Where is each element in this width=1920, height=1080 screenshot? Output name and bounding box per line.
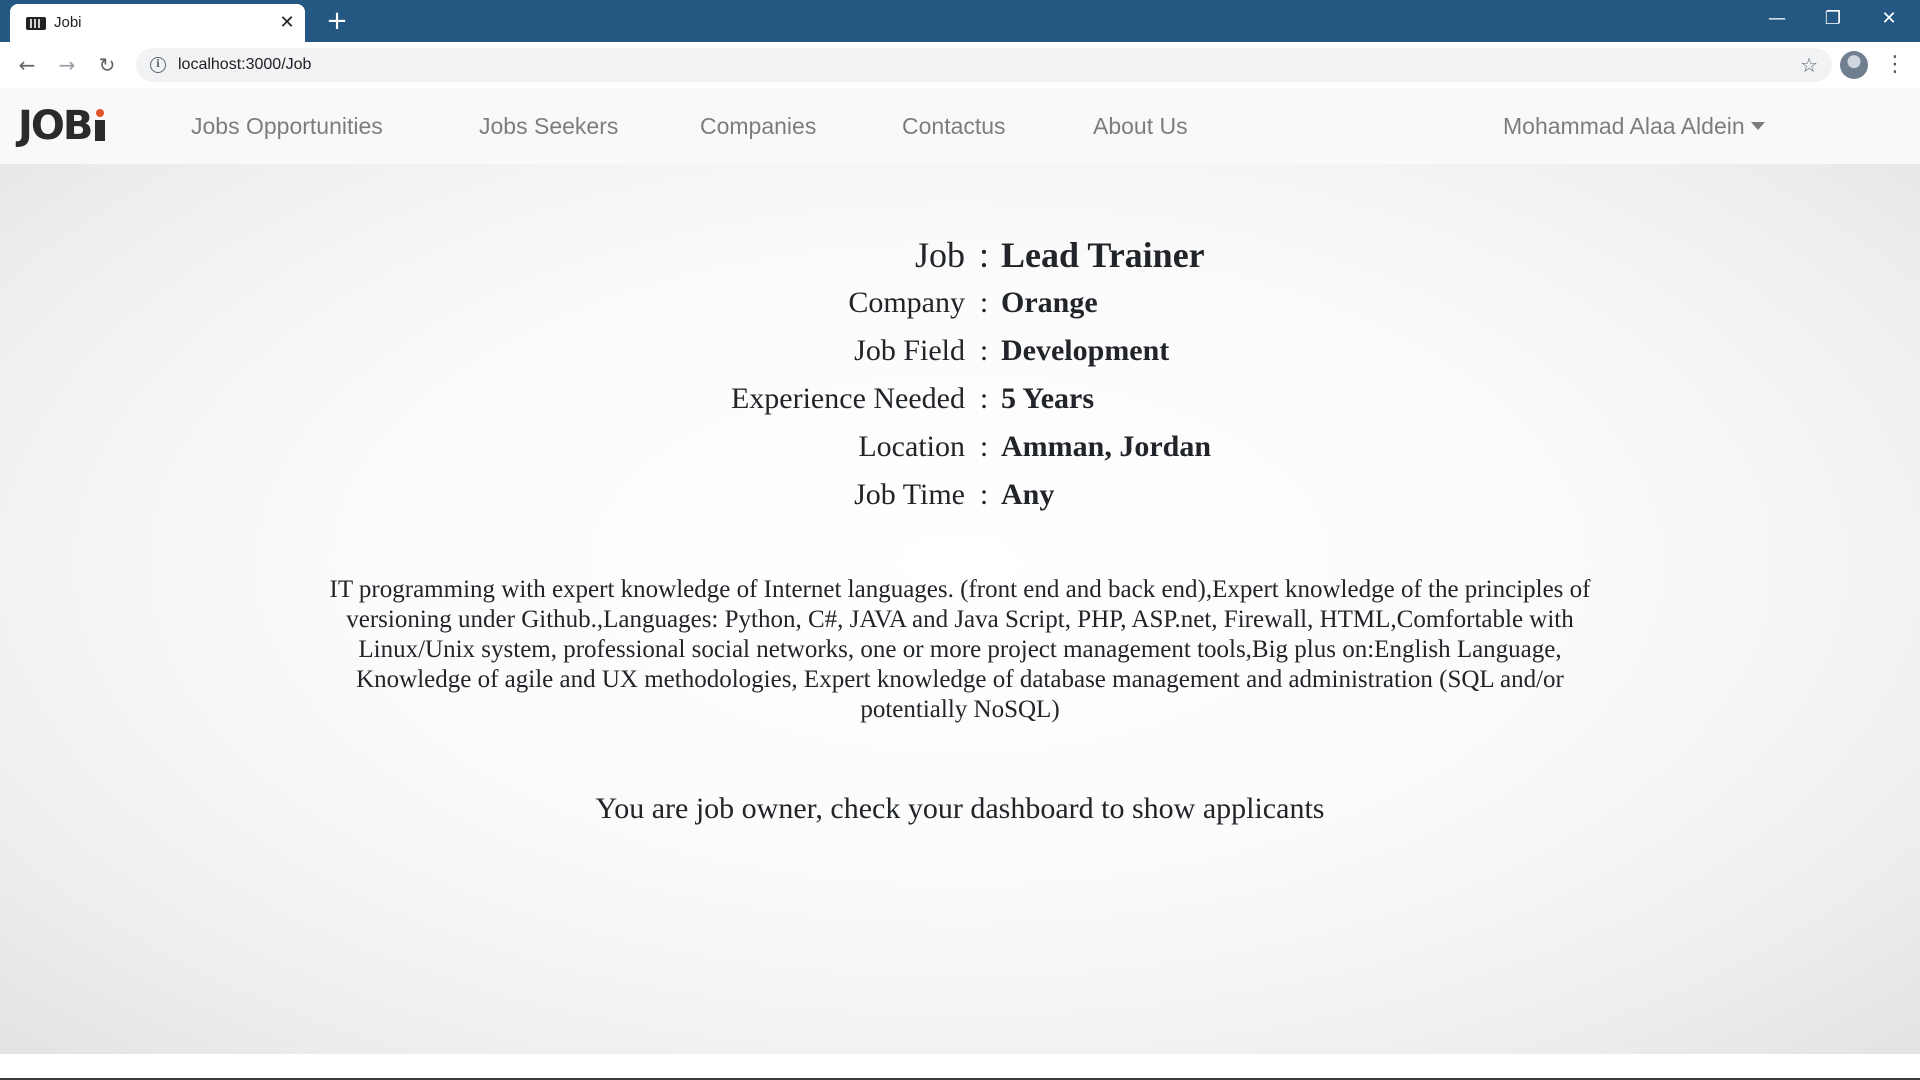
detail-separator: :: [979, 478, 989, 511]
browser-titlebar: Jobi ✕ + — ❐ ✕: [0, 0, 1920, 42]
detail-row-location: Location : Amman, Jordan: [0, 430, 1920, 478]
detail-row-experience: Experience Needed : 5 Years: [0, 382, 1920, 430]
job-details: Job : Lead Trainer Company : Orange Job …: [0, 234, 1920, 526]
more-menu-icon[interactable]: ⋮: [1884, 50, 1906, 80]
detail-label: Experience Needed: [730, 382, 965, 415]
detail-value: Lead Trainer: [1001, 235, 1205, 275]
detail-value: Amman, Jordan: [1001, 430, 1212, 463]
url-text[interactable]: localhost:3000/Job: [178, 56, 311, 74]
detail-label: Company: [848, 286, 965, 319]
minimize-icon[interactable]: —: [1754, 4, 1800, 34]
detail-label: Job: [914, 235, 965, 275]
star-icon[interactable]: ☆: [1800, 53, 1818, 77]
window-close-icon[interactable]: ✕: [1866, 4, 1912, 34]
user-dropdown[interactable]: Mohammad Alaa Aldein: [1503, 113, 1765, 140]
tab-title: Jobi: [54, 14, 82, 31]
close-icon[interactable]: ✕: [277, 13, 297, 33]
plus-icon[interactable]: +: [324, 8, 350, 34]
job-details-page: Job : Lead Trainer Company : Orange Job …: [0, 164, 1920, 1054]
forward-arrow-icon[interactable]: →: [52, 50, 82, 80]
detail-label: Job Field: [854, 334, 965, 367]
site-navbar: JOB Jobs Opportunities Jobs Seekers Comp…: [0, 88, 1920, 164]
nav-jobs-opportunities[interactable]: Jobs Opportunities: [191, 113, 383, 140]
logo-i-mark: [94, 109, 106, 141]
profile-avatar[interactable]: [1840, 51, 1868, 79]
detail-value: Orange: [1001, 286, 1098, 319]
address-bar[interactable]: i localhost:3000/Job ☆: [136, 48, 1832, 82]
detail-separator: :: [978, 235, 989, 275]
detail-label: Location: [858, 430, 965, 463]
site-logo[interactable]: JOB: [18, 102, 106, 150]
detail-row-company: Company : Orange: [0, 286, 1920, 334]
browser-toolbar: ← → ↻ i localhost:3000/Job ☆ ⋮: [0, 42, 1920, 89]
page-bottom-edge: [0, 1054, 1920, 1080]
nav-companies[interactable]: Companies: [700, 113, 816, 140]
detail-row-job-field: Job Field : Development: [0, 334, 1920, 382]
detail-separator: :: [979, 382, 989, 415]
info-icon[interactable]: i: [150, 57, 166, 73]
chevron-down-icon: [1750, 122, 1765, 130]
detail-row-job: Job : Lead Trainer: [0, 234, 1920, 286]
detail-value: Any: [1001, 478, 1055, 511]
detail-separator: :: [979, 430, 989, 463]
detail-label: Job Time: [854, 478, 965, 511]
user-name: Mohammad Alaa Aldein: [1503, 113, 1745, 139]
nav-jobs-seekers[interactable]: Jobs Seekers: [479, 113, 618, 140]
nav-about-us[interactable]: About Us: [1093, 113, 1188, 140]
job-description: IT programming with expert knowledge of …: [329, 576, 1591, 723]
detail-separator: :: [979, 286, 989, 319]
back-arrow-icon[interactable]: ←: [12, 50, 42, 80]
detail-row-job-time: Job Time : Any: [0, 478, 1920, 526]
owner-message: You are job owner, check your dashboard …: [595, 792, 1325, 825]
logo-text: JOB: [18, 103, 93, 149]
browser-tab[interactable]: Jobi ✕: [10, 4, 305, 42]
nav-contactus[interactable]: Contactus: [902, 113, 1006, 140]
maximize-icon[interactable]: ❐: [1810, 4, 1856, 34]
detail-value: 5 Years: [1001, 382, 1095, 415]
reload-icon[interactable]: ↻: [92, 50, 122, 80]
favicon-icon: [26, 17, 46, 30]
detail-value: Development: [1001, 334, 1170, 367]
detail-separator: :: [979, 334, 989, 367]
